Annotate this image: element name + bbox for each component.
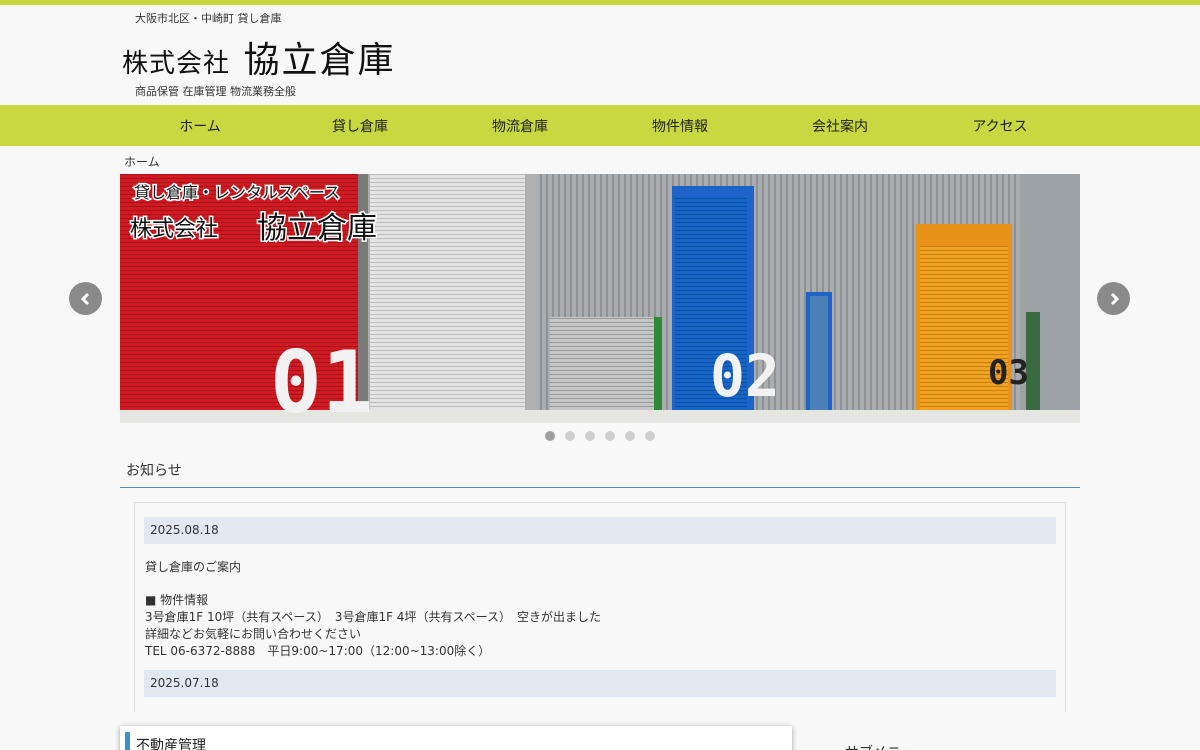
nav-item-access[interactable]: アクセス <box>920 105 1080 146</box>
property-management-panel: 不動産管理 <box>120 726 792 750</box>
slider-dot-2[interactable] <box>565 431 575 441</box>
nav-item-home[interactable]: ホーム <box>120 105 280 146</box>
slider-dot-6[interactable] <box>645 431 655 441</box>
chevron-right-icon <box>1110 292 1119 305</box>
door-number-03: 03 <box>988 353 1029 393</box>
breadcrumb[interactable]: ホーム <box>124 153 160 170</box>
news-item-line: 詳細などお気軽にお問い合わせください <box>145 627 362 641</box>
panel-title: 不動産管理 <box>136 738 206 750</box>
news-item-line: TEL 06-6372-8888 平日9:00~17:00（12:00~13:0… <box>145 644 491 658</box>
slider-next-button[interactable] <box>1097 282 1130 315</box>
news-item-line: ■ 物件情報 <box>145 593 209 607</box>
nav-item-property-info[interactable]: 物件情報 <box>600 105 760 146</box>
door-number-01: 01 <box>270 333 374 423</box>
news-list: 2025.08.18 貸し倉庫のご案内 ■ 物件情報 3号倉庫1F 10坪（共有… <box>134 502 1066 712</box>
news-item-title: 貸し倉庫のご案内 <box>145 560 242 574</box>
panel-accent-bar <box>125 732 130 750</box>
slider-dot-1[interactable] <box>545 431 555 441</box>
hero-overlay-name: 協立倉庫 <box>257 211 377 246</box>
slider-dot-3[interactable] <box>585 431 595 441</box>
slider-prev-button[interactable] <box>69 282 102 315</box>
header-tagline: 大阪市北区・中崎町 貸し倉庫 <box>135 12 282 25</box>
nav-item-rental-warehouse[interactable]: 貸し倉庫 <box>280 105 440 146</box>
hero-overlay-subtitle: 貸し倉庫・レンタルスペース <box>134 183 340 202</box>
header-subtag: 商品保管 在庫管理 物流業務全般 <box>135 85 296 98</box>
warehouse-photo: 01 02 03 貸し倉庫・レンタルスペース 株式会社 協立倉庫 <box>120 174 1080 423</box>
news-item-line: 3号倉庫1F 10坪（共有スペース） 3号倉庫1F 4坪（共有スペース） 空きが… <box>145 610 601 624</box>
door-number-02: 02 <box>710 342 780 410</box>
logo-prefix: 株式会社 <box>122 49 231 79</box>
chevron-left-icon <box>80 292 89 305</box>
nav-item-company[interactable]: 会社案内 <box>760 105 920 146</box>
news-date: 2025.07.18 <box>144 670 1056 697</box>
site-header: 大阪市北区・中崎町 貸し倉庫 株式会社 協立倉庫 商品保管 在庫管理 物流業務全… <box>120 5 1080 105</box>
hero-slider: 01 02 03 貸し倉庫・レンタルスペース 株式会社 協立倉庫 <box>120 174 1080 423</box>
nav-item-logistics-warehouse[interactable]: 物流倉庫 <box>440 105 600 146</box>
hero-overlay-prefix: 株式会社 <box>130 217 218 242</box>
slider-dot-5[interactable] <box>625 431 635 441</box>
slider-pagination <box>545 431 655 441</box>
news-heading: お知らせ <box>120 460 1080 488</box>
sidebar-title: サブメニュー <box>845 742 929 750</box>
global-nav: ホーム 貸し倉庫 物流倉庫 物件情報 会社案内 アクセス <box>0 105 1200 146</box>
site-logo[interactable]: 株式会社 協立倉庫 <box>122 31 395 83</box>
news-date: 2025.08.18 <box>144 517 1056 544</box>
slider-dot-4[interactable] <box>605 431 615 441</box>
logo-name: 協立倉庫 <box>243 40 396 81</box>
